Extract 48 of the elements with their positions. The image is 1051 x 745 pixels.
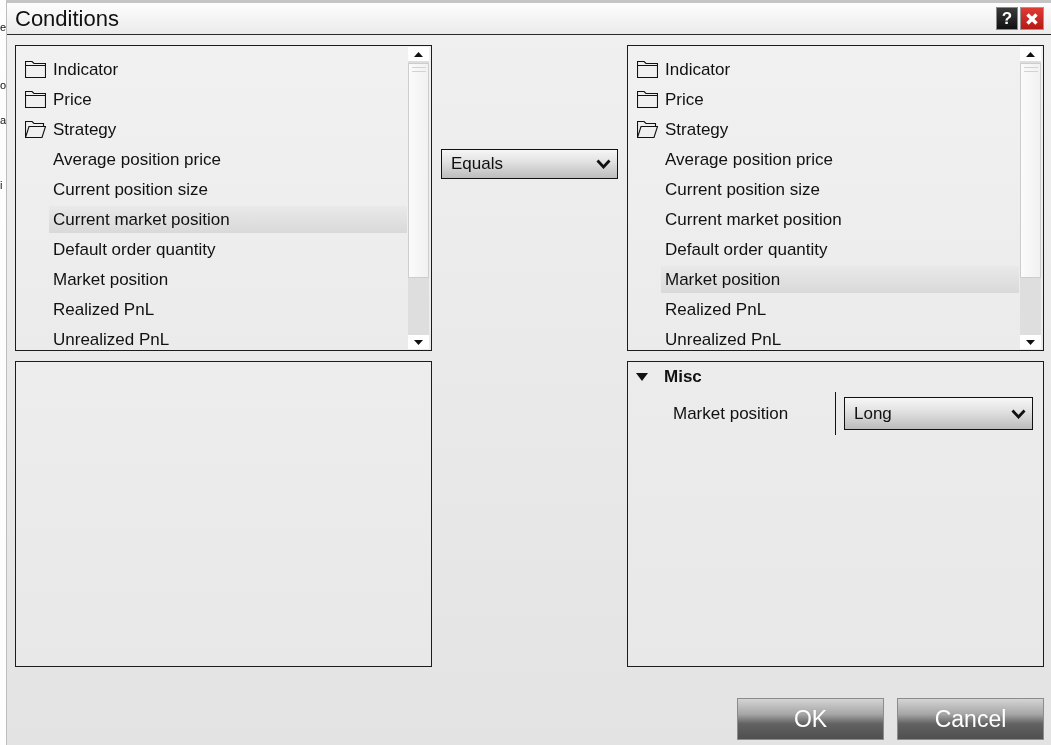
dialog-button[interactable]: OK <box>737 698 884 740</box>
tree-item[interactable]: Realized PnL <box>661 296 1019 323</box>
tree-item[interactable]: Strategy <box>628 116 1019 143</box>
tree-item[interactable]: Indicator <box>16 56 407 83</box>
tree-item[interactable]: Current market position <box>49 206 407 233</box>
help-button[interactable]: ? <box>996 7 1018 30</box>
tree-item[interactable]: Price <box>16 86 407 113</box>
tree-item[interactable]: Average position price <box>49 146 407 173</box>
background-text: i <box>0 178 3 192</box>
close-icon <box>1025 11 1039 26</box>
scroll-down-button[interactable] <box>408 335 429 349</box>
chevron-down-icon <box>1011 408 1026 419</box>
scroll-up-button[interactable] <box>408 47 429 61</box>
tree-item[interactable]: Current position size <box>49 176 407 203</box>
grip-icon <box>411 67 426 72</box>
background-text: a <box>0 113 6 127</box>
operator-dropdown[interactable]: Equals <box>441 149 618 179</box>
background-text: o <box>0 78 6 92</box>
triangle-up-icon <box>1026 51 1035 57</box>
category-header[interactable]: Misc <box>628 366 708 388</box>
tree-item[interactable]: Default order quantity <box>661 236 1019 263</box>
tree-item[interactable]: Average position price <box>661 146 1019 173</box>
value-dropdown[interactable]: Long <box>844 397 1033 430</box>
tree-item[interactable]: Default order quantity <box>49 236 407 263</box>
tree-item[interactable]: Market position <box>49 266 407 293</box>
tree-item[interactable]: Market position <box>661 266 1019 293</box>
property-label: Market position <box>673 403 789 424</box>
tree-item[interactable]: Indicator <box>628 56 1019 83</box>
tree-item[interactable]: Unrealized PnL <box>661 326 1019 350</box>
triangle-down-icon <box>1026 339 1035 345</box>
tree-item[interactable]: Price <box>628 86 1019 113</box>
chevron-down-icon <box>596 159 611 169</box>
tree-item[interactable]: Unrealized PnL <box>49 326 407 350</box>
scroll-down-button[interactable] <box>1020 335 1041 349</box>
grip-icon <box>1023 67 1038 72</box>
triangle-down-icon <box>414 339 423 345</box>
close-button[interactable] <box>1020 7 1044 30</box>
background-text: e <box>0 20 6 34</box>
scrollbar-thumb[interactable] <box>408 63 429 278</box>
tree-item[interactable]: Strategy <box>16 116 407 143</box>
scrollbar-thumb[interactable] <box>1020 63 1041 278</box>
window-title: Conditions <box>15 5 120 32</box>
tree-item[interactable]: Realized PnL <box>49 296 407 323</box>
dialog-button[interactable]: Cancel <box>897 698 1044 740</box>
tree-item[interactable]: Current position size <box>661 176 1019 203</box>
tree-item[interactable]: Current market position <box>661 206 1019 233</box>
scroll-up-button[interactable] <box>1020 47 1041 61</box>
triangle-up-icon <box>414 51 423 57</box>
